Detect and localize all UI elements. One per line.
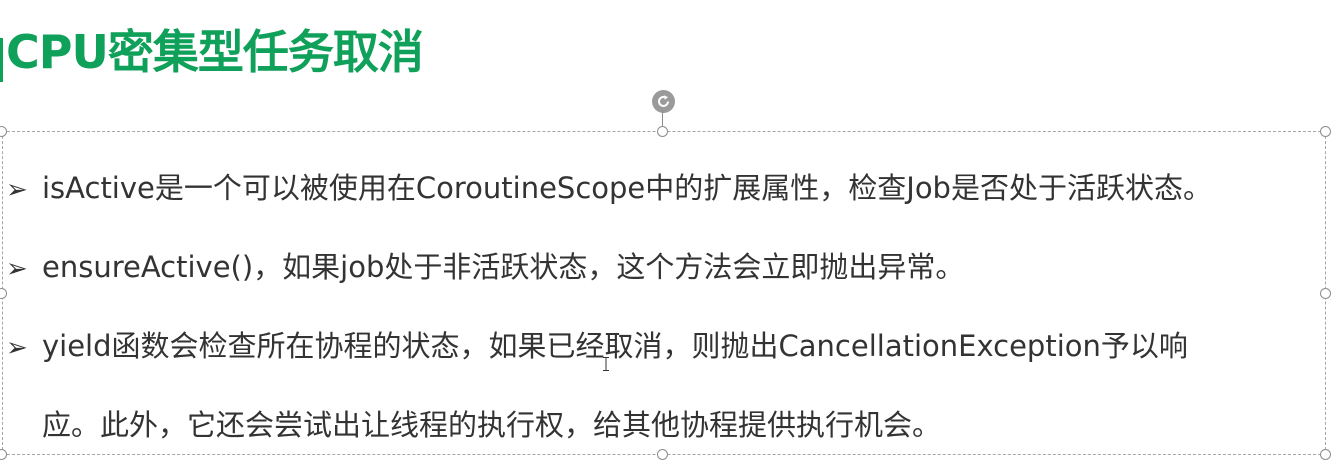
arrow-bullet-icon: ➢ bbox=[6, 254, 28, 284]
resize-handle-top-center[interactable] bbox=[657, 126, 668, 137]
bullet-item[interactable]: ➢ yield函数会检查所在协程的状态，如果已经取消，则抛出Cancellatio… bbox=[6, 326, 1188, 366]
bullet-text: isActive是一个可以被使用在CoroutineScope中的扩展属性，检查… bbox=[42, 171, 1212, 205]
resize-handle-bottom-center[interactable] bbox=[657, 449, 668, 460]
resize-handle-middle-right[interactable] bbox=[1320, 288, 1331, 299]
title-accent-bar bbox=[0, 38, 3, 82]
resize-handle-bottom-right[interactable] bbox=[1320, 449, 1331, 460]
slide-title[interactable]: CPU密集型任务取消 bbox=[6, 20, 424, 84]
arrow-bullet-icon: ➢ bbox=[6, 333, 28, 363]
resize-handle-top-right[interactable] bbox=[1320, 126, 1331, 137]
arrow-bullet-icon: ➢ bbox=[6, 175, 28, 205]
rotate-handle-icon[interactable] bbox=[652, 90, 675, 113]
bullet-item[interactable]: ➢ isActive是一个可以被使用在CoroutineScope中的扩展属性，检… bbox=[6, 168, 1212, 208]
bullet-text: ensureActive()，如果job处于非活跃状态，这个方法会立即抛出异常。 bbox=[42, 250, 965, 284]
bullet-continuation-text: 应。此外，它还会尝试出让线程的执行权，给其他协程提供执行机会。 bbox=[42, 408, 942, 442]
resize-handle-bottom-left[interactable] bbox=[0, 449, 7, 460]
bullet-text: yield函数会检查所在协程的状态，如果已经取消，则抛出Cancellation… bbox=[42, 329, 1188, 363]
text-cursor-icon bbox=[603, 357, 609, 371]
slide-canvas: CPU密集型任务取消 ➢ isActive是一个可以被使用在CoroutineSc… bbox=[0, 0, 1336, 462]
bullet-item[interactable]: ➢ ensureActive()，如果job处于非活跃状态，这个方法会立即抛出异常… bbox=[6, 247, 964, 287]
rotate-handle-stem bbox=[662, 110, 663, 126]
